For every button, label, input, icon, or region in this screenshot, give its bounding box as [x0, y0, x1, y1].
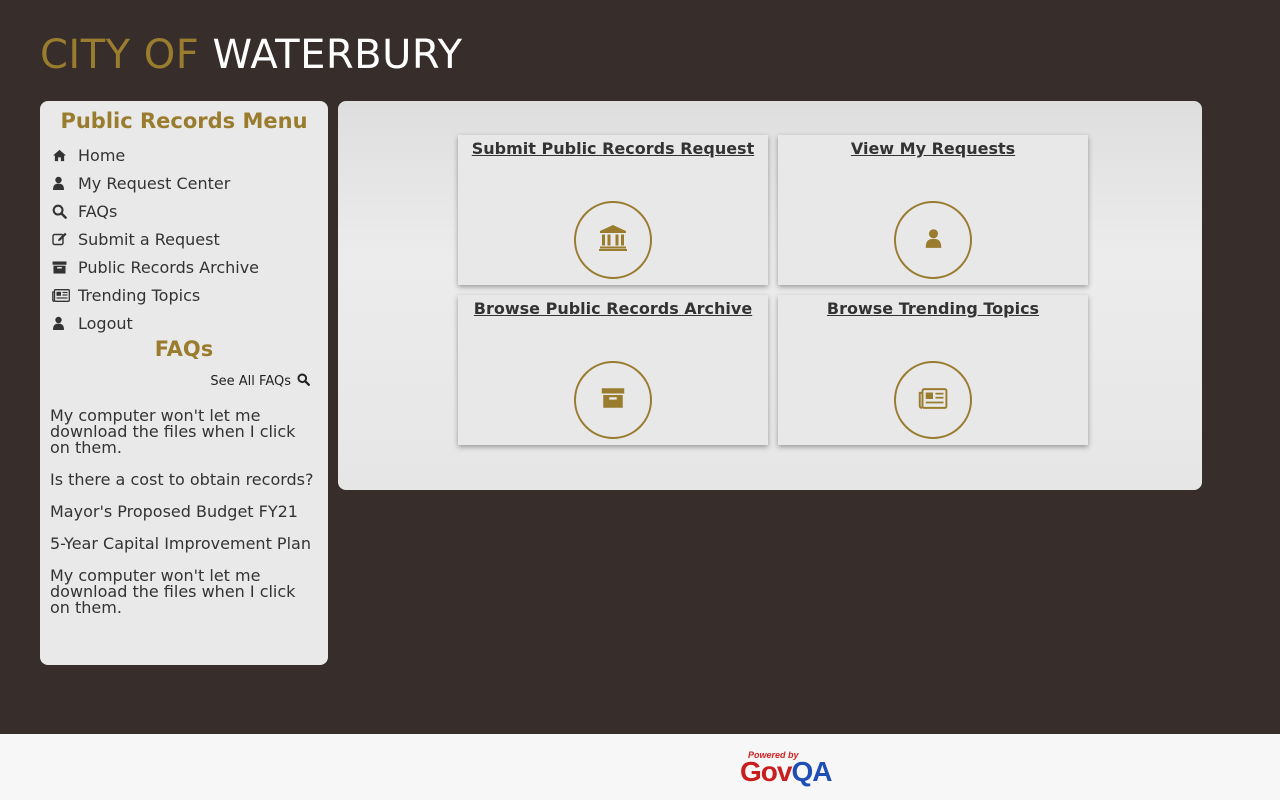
- faq-item[interactable]: My computer won't let me download the fi…: [50, 568, 318, 616]
- faq-item[interactable]: Mayor's Proposed Budget FY21: [50, 504, 318, 520]
- sidebar-item-label: FAQs: [78, 201, 118, 221]
- user-icon: [50, 176, 78, 190]
- footer: [0, 734, 1280, 800]
- tile-icon-circle: [574, 361, 652, 439]
- newspaper-icon: [918, 387, 948, 413]
- sidebar-item-faqs[interactable]: FAQs: [50, 197, 318, 225]
- site-title-name: WATERBURY: [212, 32, 463, 78]
- faq-item[interactable]: 5-Year Capital Improvement Plan: [50, 536, 318, 552]
- tile-icon-circle: [894, 361, 972, 439]
- tile-icon-circle: [574, 201, 652, 279]
- sidebar-item-label: Trending Topics: [78, 285, 201, 305]
- brand-qa: QA: [791, 756, 832, 787]
- archive-icon: [50, 260, 78, 274]
- submit-request-tile[interactable]: Submit Public Records Request: [458, 135, 768, 285]
- user-icon: [50, 316, 78, 330]
- sidebar-item-public-records-archive[interactable]: Public Records Archive: [50, 253, 318, 281]
- tile-label[interactable]: Browse Public Records Archive: [458, 299, 768, 319]
- sidebar: Public Records Menu Home My Request Cent…: [40, 101, 328, 665]
- view-requests-tile[interactable]: View My Requests: [778, 135, 1088, 285]
- search-icon: [50, 204, 78, 219]
- faq-item[interactable]: My computer won't let me download the fi…: [50, 408, 318, 456]
- browse-archive-tile[interactable]: Browse Public Records Archive: [458, 295, 768, 445]
- bank-icon: [599, 225, 627, 255]
- sidebar-item-my-request-center[interactable]: My Request Center: [50, 169, 318, 197]
- home-icon: [50, 149, 78, 162]
- sidebar-item-label: Public Records Archive: [78, 257, 260, 277]
- sidebar-item-home[interactable]: Home: [50, 141, 318, 169]
- newspaper-icon: [50, 288, 78, 302]
- user-icon: [925, 227, 942, 253]
- menu-title: Public Records Menu: [60, 109, 308, 133]
- tile-icon-circle: [894, 201, 972, 279]
- sidebar-item-logout[interactable]: Logout: [50, 309, 318, 337]
- faq-list: My computer won't let me download the fi…: [50, 408, 318, 616]
- sidebar-item-label: Submit a Request: [78, 229, 220, 249]
- sidebar-item-submit-request[interactable]: Submit a Request: [50, 225, 318, 253]
- govqa-logo[interactable]: Powered by GovQA: [740, 750, 842, 788]
- search-icon: [297, 373, 310, 390]
- site-title: CITY OF WATERBURY: [40, 30, 463, 80]
- sidebar-item-trending-topics[interactable]: Trending Topics: [50, 281, 318, 309]
- brand-gov: Gov: [740, 756, 792, 787]
- sidebar-item-label: Logout: [78, 313, 133, 333]
- site-title-city: CITY OF: [40, 32, 200, 78]
- sidebar-item-label: Home: [78, 145, 126, 165]
- tile-label[interactable]: Submit Public Records Request: [458, 139, 768, 159]
- govqa-brand: GovQA: [740, 756, 832, 788]
- see-all-faqs-label: See All FAQs: [210, 374, 291, 389]
- see-all-faqs-link[interactable]: See All FAQs: [50, 373, 310, 390]
- public-records-menu: Home My Request Center FAQs Submit a Req…: [50, 141, 318, 337]
- main-panel: Submit Public Records Request View My Re…: [338, 101, 1202, 490]
- archive-icon: [601, 387, 625, 413]
- tile-label[interactable]: Browse Trending Topics: [778, 299, 1088, 319]
- faqs-title: FAQs: [154, 337, 214, 361]
- tile-label[interactable]: View My Requests: [778, 139, 1088, 159]
- edit-icon: [50, 232, 78, 246]
- browse-trending-tile[interactable]: Browse Trending Topics: [778, 295, 1088, 445]
- faq-item[interactable]: Is there a cost to obtain records?: [50, 472, 318, 488]
- sidebar-item-label: My Request Center: [78, 173, 231, 193]
